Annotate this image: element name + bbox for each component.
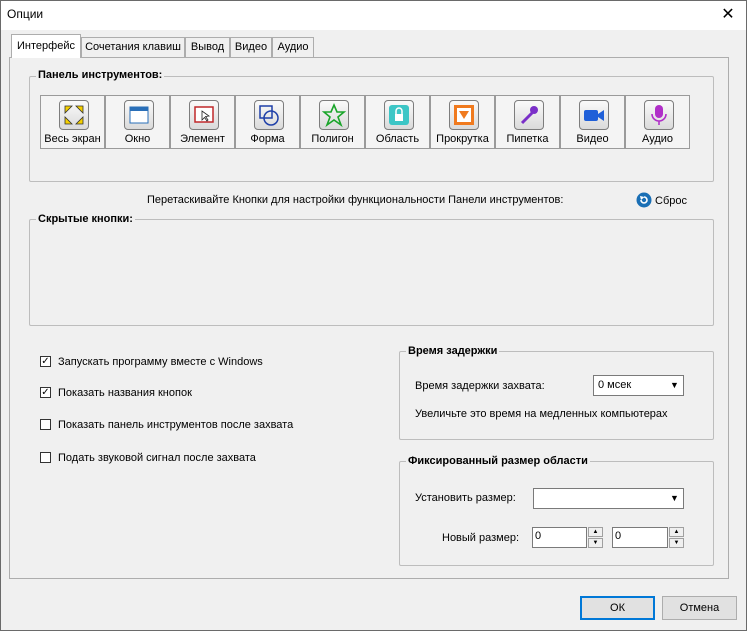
height-spin-down-icon[interactable]: ▼ [669, 538, 684, 548]
fixed-size-group [399, 461, 714, 566]
toolbar-button-label: Область [375, 133, 420, 145]
width-input[interactable] [532, 527, 587, 548]
checkbox-sound-after-capture[interactable] [40, 452, 51, 463]
toolbar-button-label: Аудио [641, 133, 674, 145]
toolbar-button-label: Элемент [180, 133, 225, 145]
microphone-icon [643, 100, 674, 130]
toolbar-button-shape[interactable]: Форма [235, 95, 300, 149]
region-icon [383, 100, 414, 130]
window-icon [123, 100, 154, 130]
fixed-size-group-title: Фиксированный размер области [406, 455, 590, 467]
scroll-icon [448, 100, 479, 130]
checkbox-start-with-windows[interactable]: ✓ [40, 356, 51, 367]
delay-hint: Увеличьте это время на медленных компьют… [415, 408, 668, 420]
chevron-down-icon: ▼ [670, 493, 679, 503]
checkbox-show-toolbar-after-capture[interactable] [40, 419, 51, 430]
close-icon[interactable]: ✕ [714, 4, 742, 26]
delay-group-title: Время задержки [406, 345, 500, 357]
toolbar-button-audio[interactable]: Аудио [625, 95, 690, 149]
toolbar-button-element[interactable]: Элемент [170, 95, 235, 149]
tab-video[interactable]: Видео [230, 37, 272, 57]
checkbox-label: Подать звуковой сигнал после захвата [58, 452, 256, 464]
shape-icon [253, 100, 284, 130]
tab-shortcuts[interactable]: Сочетания клавиш [81, 37, 185, 57]
reset-icon[interactable] [636, 192, 652, 208]
toolbar-button-window[interactable]: Окно [105, 95, 170, 149]
checkbox-show-button-names[interactable]: ✓ [40, 387, 51, 398]
video-camera-icon [578, 100, 609, 130]
set-size-select[interactable]: ▼ [533, 488, 684, 509]
width-input-field[interactable] [535, 530, 585, 542]
toolbar-button-eyedropper[interactable]: Пипетка [495, 95, 560, 149]
hidden-buttons-group [29, 219, 714, 326]
hidden-buttons-title: Скрытые кнопки: [36, 213, 135, 225]
delay-select[interactable]: 0 мсек ▼ [593, 375, 684, 396]
reset-link[interactable]: Сброс [655, 195, 687, 207]
height-spin-up-icon[interactable]: ▲ [669, 527, 684, 537]
toolbar-button-label: Пипетка [506, 133, 549, 145]
eyedropper-icon [513, 100, 544, 130]
new-size-label: Новый размер: [442, 532, 520, 544]
checkbox-label: Показать панель инструментов после захва… [58, 419, 294, 431]
tab-output[interactable]: Вывод [185, 37, 230, 57]
toolbar-button-label: Весь экран [44, 133, 101, 145]
toolbar-button-label: Прокрутка [436, 133, 489, 145]
toolbar-button-polygon[interactable]: Полигон [300, 95, 365, 149]
window-title: Опции [7, 7, 44, 21]
toolbar-button-label: Полигон [311, 133, 354, 145]
toolbar-button-label: Форма [250, 133, 285, 145]
toolbar-button-video[interactable]: Видео [560, 95, 625, 149]
toolbar-button-scroll[interactable]: Прокрутка [430, 95, 495, 149]
tab-interface[interactable]: Интерфейс [11, 34, 81, 58]
height-input-field[interactable] [615, 530, 665, 542]
toolbar-button-fullscreen[interactable]: Весь экран [40, 95, 105, 149]
fullscreen-icon [58, 100, 89, 130]
cancel-button[interactable]: Отмена [662, 596, 737, 620]
drag-hint-text: Перетаскивайте Кнопки для настройки функ… [147, 194, 564, 206]
checkbox-label: Запускать программу вместе с Windows [58, 356, 263, 368]
delay-select-value: 0 мсек [598, 379, 632, 391]
toolbar-button-label: Видео [576, 133, 609, 145]
chevron-down-icon: ▼ [670, 380, 679, 390]
element-icon [188, 100, 219, 130]
toolbar-button-label: Окно [124, 133, 151, 145]
toolbar-button-region[interactable]: Область [365, 95, 430, 149]
delay-label: Время задержки захвата: [415, 380, 545, 392]
title-bar [1, 1, 746, 30]
tab-audio[interactable]: Аудио [272, 37, 314, 57]
checkbox-label: Показать названия кнопок [58, 387, 192, 399]
width-spin-up-icon[interactable]: ▲ [588, 527, 603, 537]
height-input[interactable] [612, 527, 668, 548]
ok-button[interactable]: ОК [580, 596, 655, 620]
polygon-icon [318, 100, 349, 130]
width-spin-down-icon[interactable]: ▼ [588, 538, 603, 548]
toolbar-group-title: Панель инструментов: [36, 69, 165, 81]
set-size-label: Установить размер: [415, 492, 516, 504]
